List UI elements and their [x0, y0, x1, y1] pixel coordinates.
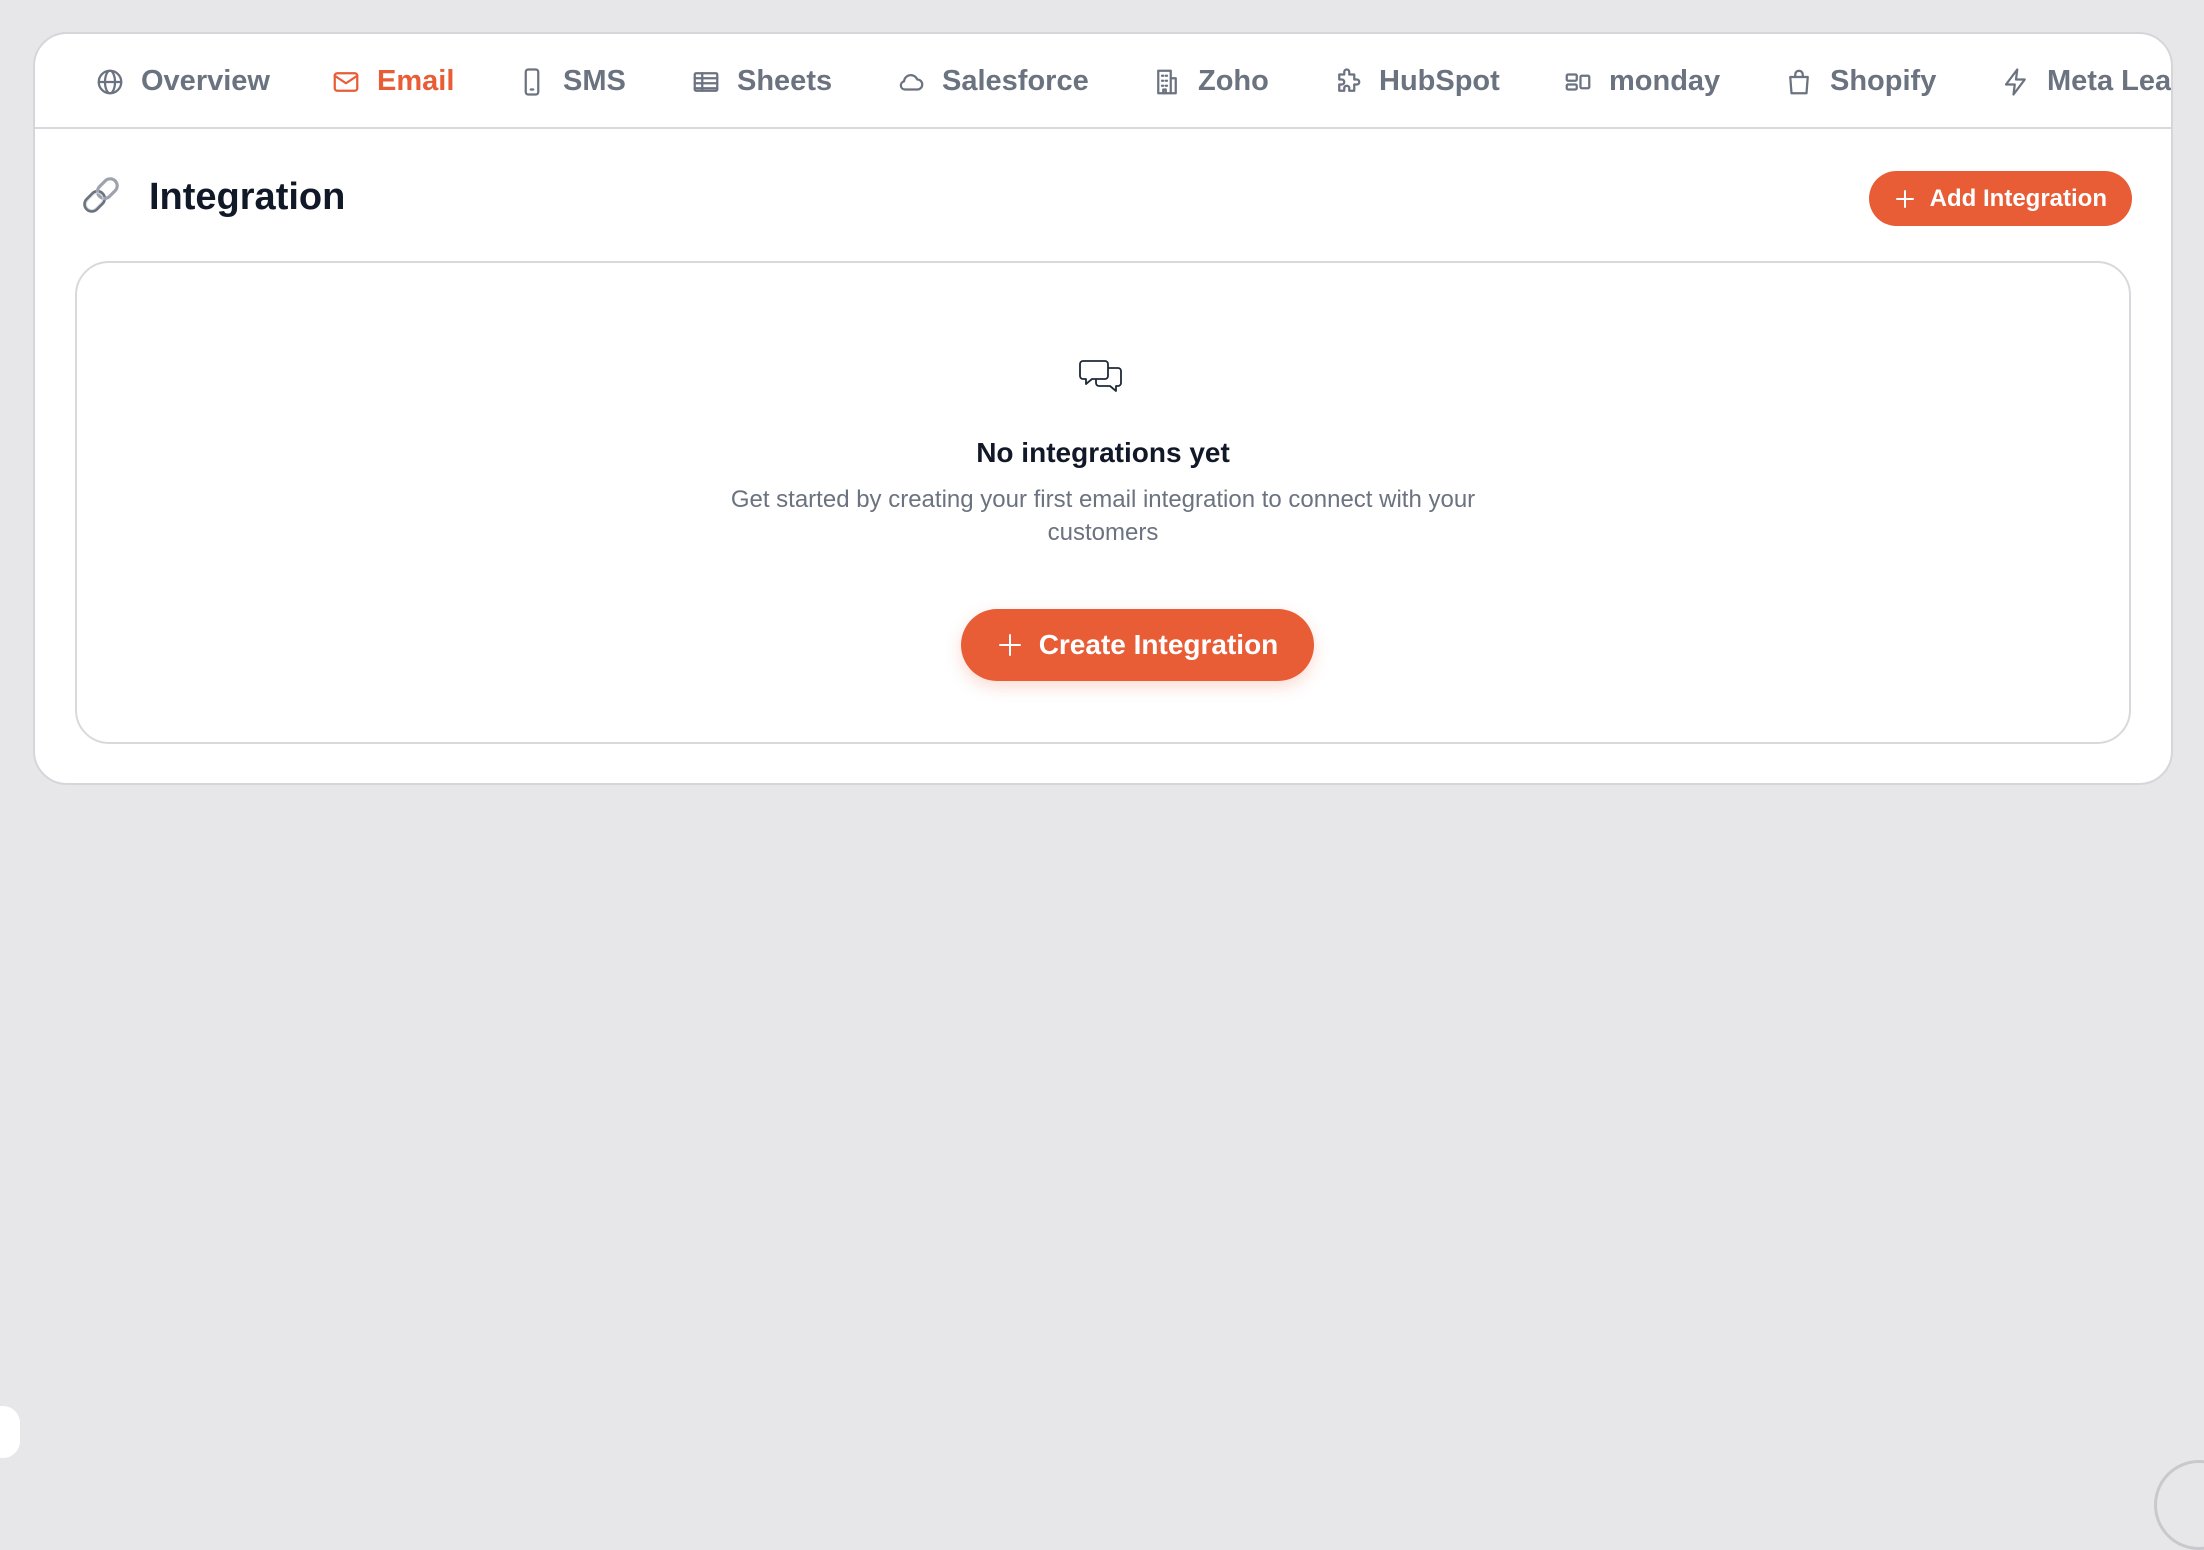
- tab-label: Overview: [141, 65, 270, 98]
- shopping-bag-icon: [1784, 67, 1814, 97]
- puzzle-icon: [1333, 67, 1363, 97]
- tab-shopify[interactable]: Shopify: [1784, 34, 1936, 129]
- create-integration-label: Create Integration: [1039, 629, 1279, 661]
- tab-email[interactable]: Email: [331, 34, 454, 129]
- phone-icon: [517, 67, 547, 97]
- tab-label: Email: [377, 65, 454, 98]
- tab-hubspot[interactable]: HubSpot: [1333, 34, 1500, 129]
- empty-state-description: Get started by creating your first email…: [693, 483, 1513, 549]
- page-title: Integration: [149, 176, 345, 219]
- integration-card: Overview Email SMS Sheets Salesforce Zoh…: [33, 32, 2173, 785]
- tab-bar: Overview Email SMS Sheets Salesforce Zoh…: [35, 34, 2171, 129]
- tab-zoho[interactable]: Zoho: [1152, 34, 1269, 129]
- lightning-icon: [2001, 67, 2031, 97]
- tab-label: SMS: [563, 65, 626, 98]
- tab-meta-leads[interactable]: Meta Lea: [2001, 34, 2171, 129]
- section-header: Integration: [75, 169, 345, 226]
- empty-state-panel: No integrations yet Get started by creat…: [75, 261, 2131, 744]
- tab-label: Salesforce: [942, 65, 1089, 98]
- cloud-icon: [896, 67, 926, 97]
- tab-sheets[interactable]: Sheets: [691, 34, 832, 129]
- table-icon: [691, 67, 721, 97]
- add-integration-button[interactable]: Add Integration: [1869, 171, 2132, 226]
- side-handle[interactable]: [0, 1406, 20, 1458]
- building-icon: [1152, 67, 1182, 97]
- globe-icon: [95, 67, 125, 97]
- tab-monday[interactable]: monday: [1563, 34, 1720, 129]
- empty-state-heading: No integrations yet: [77, 437, 2129, 469]
- link-icon: [75, 169, 127, 226]
- tab-label: Zoho: [1198, 65, 1269, 98]
- tab-label: Sheets: [737, 65, 832, 98]
- active-tab-indicator: [322, 127, 463, 129]
- mail-icon: [331, 67, 361, 97]
- tab-label: Meta Lea: [2047, 65, 2171, 98]
- tab-sms[interactable]: SMS: [517, 34, 626, 129]
- tab-overview[interactable]: Overview: [95, 34, 270, 129]
- corner-decoration: [2154, 1460, 2204, 1550]
- tab-salesforce[interactable]: Salesforce: [896, 34, 1089, 129]
- board-icon: [1563, 67, 1593, 97]
- add-integration-label: Add Integration: [1930, 185, 2107, 213]
- plus-icon: [997, 632, 1023, 658]
- create-integration-button[interactable]: Create Integration: [961, 609, 1314, 681]
- tab-label: HubSpot: [1379, 65, 1500, 98]
- plus-icon: [1894, 188, 1916, 210]
- chat-bubbles-icon: [1077, 353, 1127, 403]
- tab-label: Shopify: [1830, 65, 1936, 98]
- tab-label: monday: [1609, 65, 1720, 98]
